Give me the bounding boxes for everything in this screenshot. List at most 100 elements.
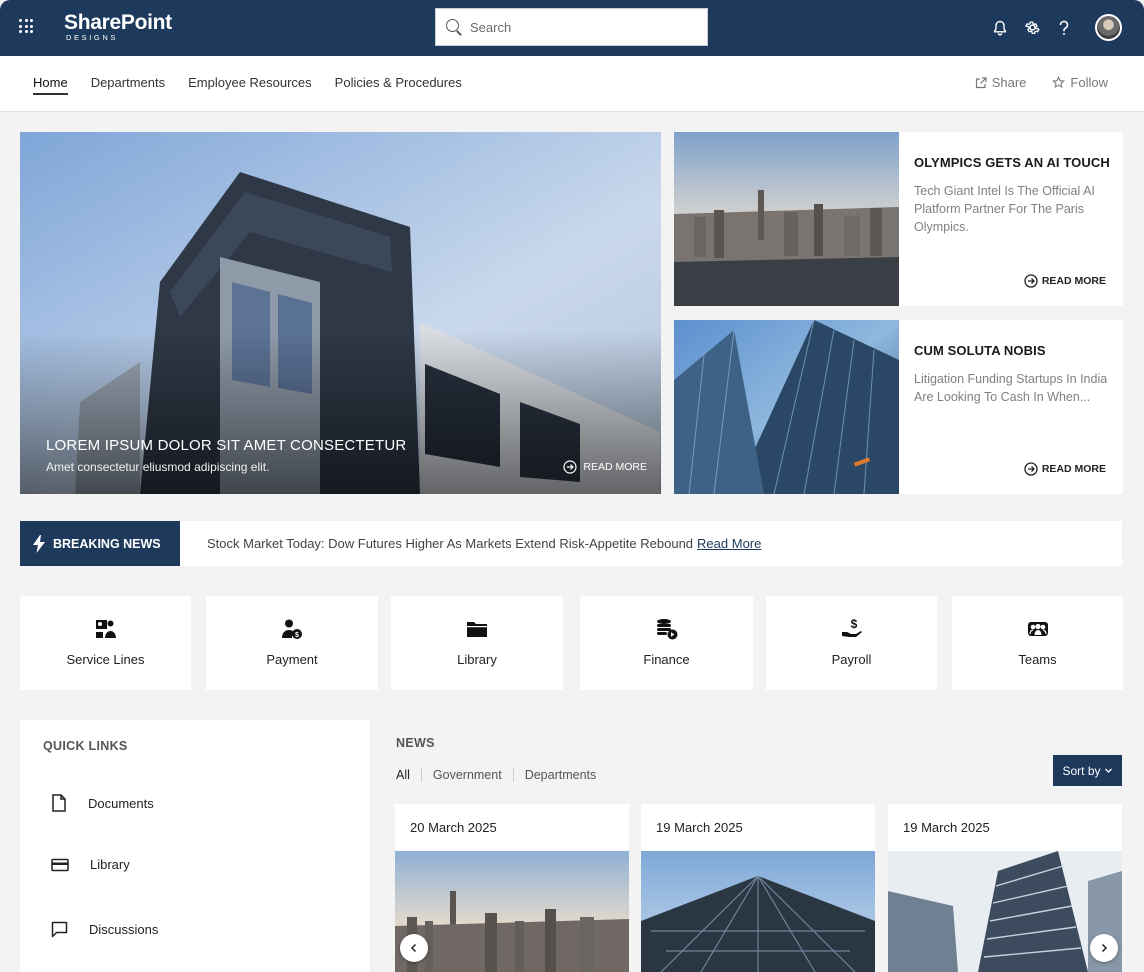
quick-link-discussions[interactable]: Discussions [51, 921, 158, 938]
nav-item-policies-procedures[interactable]: Policies & Procedures [335, 75, 462, 95]
hero-read-more-link[interactable]: READ MORE [563, 460, 647, 474]
tile-teams[interactable]: Teams [952, 596, 1123, 690]
story-image [674, 132, 899, 306]
lightning-icon [33, 534, 45, 553]
user-avatar[interactable] [1095, 14, 1122, 41]
bell-icon[interactable] [989, 17, 1011, 39]
quick-links-title: QUICK LINKS [43, 739, 128, 753]
tile-label: Library [457, 652, 497, 667]
news-card-date: 19 March 2025 [903, 820, 990, 835]
site-navigation: Home Departments Employee Resources Poli… [0, 56, 1144, 112]
logo-text: SharePoint [64, 11, 172, 34]
tile-finance[interactable]: Finance [580, 596, 753, 690]
tile-label: Finance [643, 652, 690, 667]
arrow-circle-icon [1024, 462, 1038, 476]
logo-subtext: DESIGNS [66, 33, 118, 42]
folder-icon [467, 622, 487, 637]
breaking-news-read-more-link[interactable]: Read More [697, 536, 761, 551]
nav-item-home[interactable]: Home [33, 75, 68, 95]
news-card-date: 20 March 2025 [410, 820, 497, 835]
arrow-circle-icon [563, 460, 578, 474]
service-lines-icon [95, 620, 116, 638]
chevron-down-icon [1104, 768, 1112, 773]
coins-icon [656, 619, 677, 640]
story-read-more-link[interactable]: READ MORE [1024, 462, 1106, 476]
tile-library[interactable]: Library [391, 596, 563, 690]
site-logo[interactable]: SharePoint DESIGNS [64, 11, 172, 43]
follow-label: Follow [1070, 75, 1108, 90]
news-section-title: NEWS [396, 736, 435, 750]
quick-link-label: Library [90, 857, 130, 872]
carousel-prev-button[interactable] [400, 934, 428, 962]
story-title: OLYMPICS GETS AN AI TOUCH [914, 155, 1110, 170]
gear-icon[interactable] [1021, 17, 1043, 39]
svg-text:$: $ [295, 632, 299, 639]
hero-subtitle: Amet consectetur eliusmod adipiscing eli… [46, 460, 270, 474]
breaking-news-headline: Stock Market Today: Dow Futures Higher A… [207, 536, 761, 551]
news-card-date: 19 March 2025 [656, 820, 743, 835]
tile-service-lines[interactable]: Service Lines [20, 596, 191, 690]
page-actions: Share Follow [949, 75, 1108, 90]
carousel-next-button[interactable] [1090, 934, 1118, 962]
news-card[interactable]: 19 March 2025 [641, 804, 875, 972]
tile-label: Service Lines [66, 652, 145, 667]
breaking-news-text: Stock Market Today: Dow Futures Higher A… [207, 536, 694, 551]
quick-link-label: Discussions [89, 922, 159, 937]
nav-menu: Home Departments Employee Resources Poli… [33, 75, 485, 95]
payment-icon: $ [282, 619, 302, 639]
quick-link-documents[interactable]: Documents [51, 794, 154, 812]
news-card[interactable]: 19 March 2025 [888, 804, 1122, 972]
news-filter-all[interactable]: All [396, 768, 421, 782]
story-read-more-label: READ MORE [1041, 275, 1106, 287]
news-card[interactable]: 20 March 2025 [395, 804, 629, 972]
chevron-right-icon [1101, 943, 1108, 953]
nav-item-departments[interactable]: Departments [91, 75, 165, 95]
nav-item-employee-resources[interactable]: Employee Resources [188, 75, 312, 95]
story-summary: Litigation Funding Startups In India Are… [914, 372, 1108, 404]
share-label: Share [991, 75, 1027, 90]
chevron-left-icon [410, 943, 417, 953]
news-filter-departments[interactable]: Departments [512, 768, 608, 782]
svg-text:$: $ [850, 618, 857, 631]
search-box[interactable] [435, 8, 708, 46]
tile-label: Payment [266, 652, 318, 667]
share-button[interactable]: Share [975, 75, 1027, 90]
quick-link-label: Documents [88, 795, 154, 811]
app-launcher-icon[interactable] [19, 19, 33, 33]
sort-by-button[interactable]: Sort by [1053, 755, 1122, 786]
search-input[interactable] [470, 19, 670, 35]
tile-payment[interactable]: $ Payment [206, 596, 378, 690]
help-icon[interactable] [1053, 17, 1075, 39]
news-filter-tabs: All Government Departments [396, 768, 607, 782]
story-image [674, 320, 899, 494]
story-read-more-label: READ MORE [1041, 463, 1106, 475]
top-bar: SharePoint DESIGNS [0, 0, 1144, 56]
breaking-news-label: BREAKING NEWS [20, 521, 180, 566]
news-card-image [395, 851, 629, 972]
follow-button[interactable]: Follow [1052, 75, 1108, 90]
story-title: CUM SOLUTA NOBIS [914, 343, 1046, 358]
quick-links-panel: QUICK LINKS Documents Library Discussion… [20, 720, 370, 972]
tile-payroll[interactable]: $ Payroll [766, 596, 937, 690]
search-icon [445, 18, 463, 36]
story-read-more-link[interactable]: READ MORE [1024, 274, 1106, 288]
hero-title: LOREM IPSUM DOLOR SIT AMET CONSECTETUR [46, 437, 407, 454]
team-icon [1027, 622, 1048, 636]
chat-icon [51, 921, 68, 938]
story-summary: Tech Giant Intel Is The Official AI Plat… [914, 184, 1095, 234]
news-card-image [888, 851, 1122, 972]
tile-label: Payroll [831, 652, 872, 667]
tile-label: Teams [1018, 652, 1057, 667]
quick-link-library[interactable]: Library [51, 857, 130, 872]
hero-read-more-label: READ MORE [583, 461, 647, 473]
card-icon [51, 858, 69, 871]
sort-by-label: Sort by [1062, 763, 1101, 778]
news-card-image [641, 851, 875, 972]
story-card[interactable]: OLYMPICS GETS AN AI TOUCH Tech Giant Int… [674, 132, 1123, 306]
breaking-news-label-text: BREAKING NEWS [53, 536, 161, 551]
story-card[interactable]: CUM SOLUTA NOBIS Litigation Funding Star… [674, 320, 1123, 494]
news-filter-government[interactable]: Government [420, 768, 513, 782]
hero-banner[interactable]: LOREM IPSUM DOLOR SIT AMET CONSECTETUR A… [20, 132, 661, 494]
document-icon [52, 794, 66, 812]
star-icon [1052, 76, 1066, 89]
